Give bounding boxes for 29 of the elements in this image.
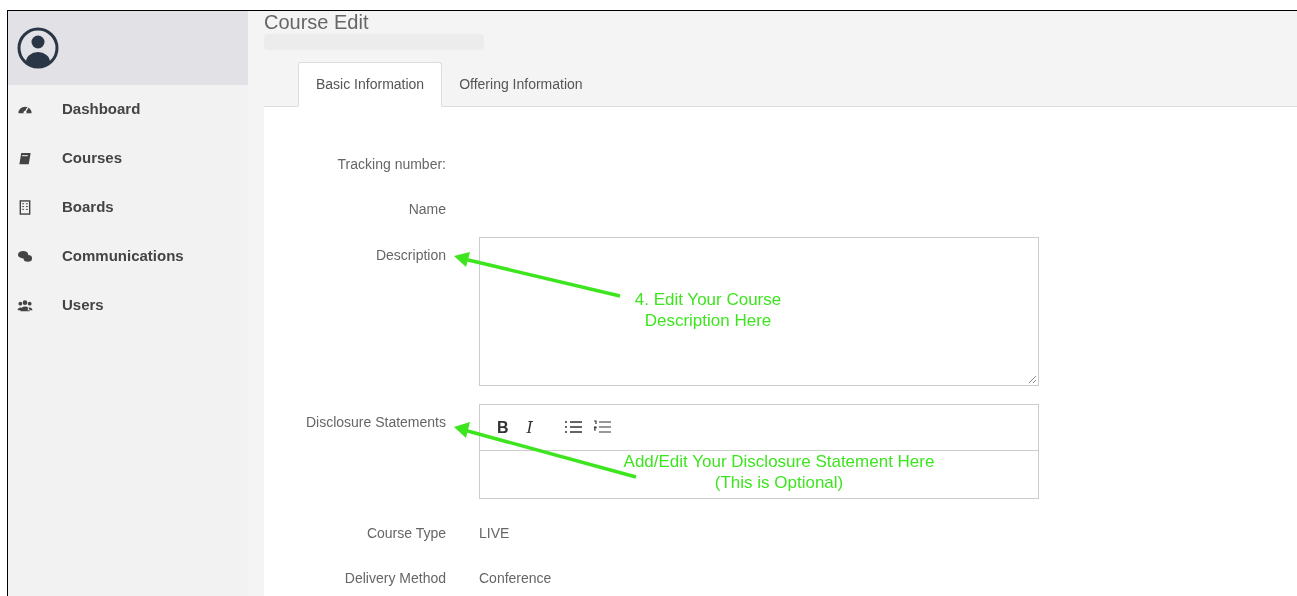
italic-button[interactable]: I (526, 415, 533, 440)
building-icon (17, 200, 33, 215)
sidebar-item[interactable]: Courses (8, 134, 248, 183)
book-icon (17, 151, 33, 166)
field-label: Disclosure Statements (304, 413, 446, 432)
sidebar-item[interactable]: Communications (8, 232, 248, 281)
user-avatar-icon (17, 27, 59, 69)
field-label: Course Type (365, 524, 446, 543)
field-label: Name (407, 200, 446, 219)
field-label: Delivery Method (343, 569, 446, 588)
field-label: Tracking number: (336, 155, 446, 174)
tab[interactable]: Offering Information (442, 62, 600, 107)
numbered-list-icon[interactable] (593, 420, 611, 435)
annotation-text: 4. Edit Your Course Description Here (633, 289, 783, 331)
tab[interactable]: Basic Information (298, 62, 443, 107)
field-label: Description (374, 246, 446, 265)
field-value: Conference (479, 569, 552, 588)
sidebar-item[interactable]: Boards (8, 183, 248, 232)
sidebar-item[interactable]: Dashboard (8, 85, 248, 134)
chat-icon (17, 249, 33, 264)
users-icon (17, 298, 33, 313)
page-title: Course Edit (264, 11, 370, 33)
bulleted-list-icon[interactable] (564, 420, 582, 435)
description-field[interactable] (479, 237, 1039, 386)
sidebar-item[interactable]: Users (8, 281, 248, 330)
bold-button[interactable]: B (497, 415, 509, 440)
field-value: LIVE (479, 524, 510, 543)
resize-grip-icon (1028, 375, 1037, 384)
annotation-text: Add/Edit Your Disclosure Statement Here (This is Optional) (622, 451, 936, 493)
